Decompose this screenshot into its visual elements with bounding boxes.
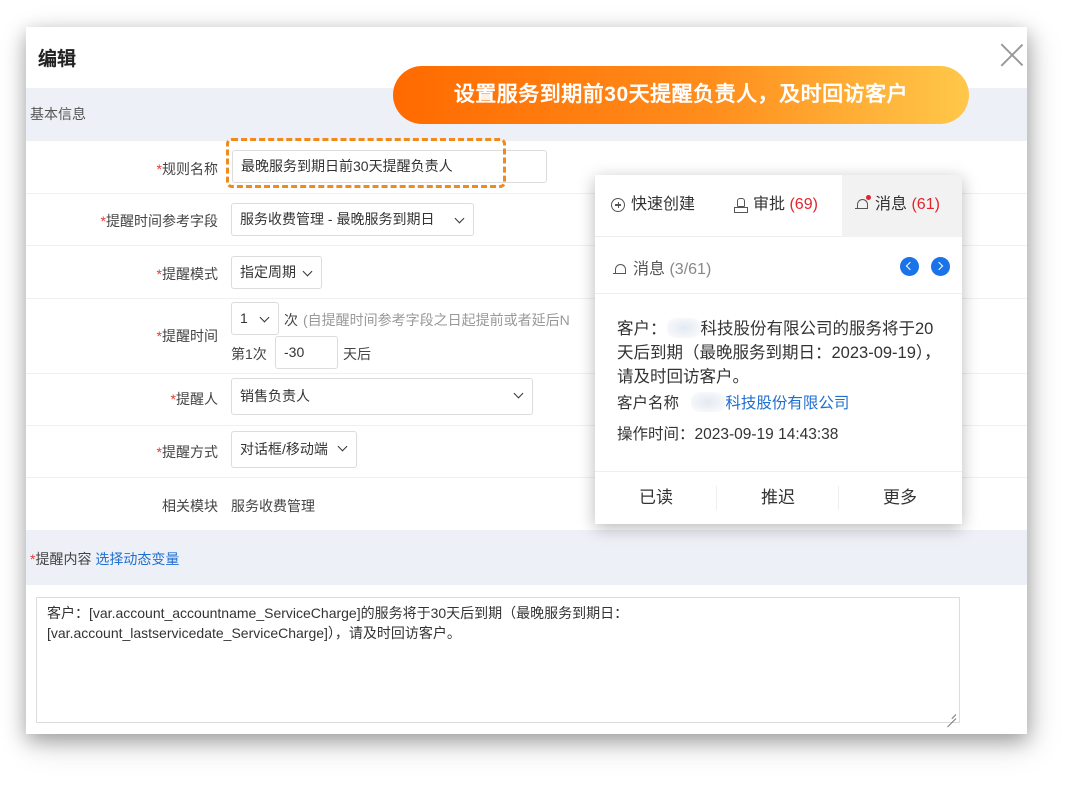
redacted-name [666,318,701,338]
content-line-2: [var.account_lastservicedate_ServiceChar… [47,625,461,641]
content-line-1: 客户：[var.account_accountname_ServiceCharg… [47,605,629,621]
dialog-title: 编辑 [38,49,77,70]
content-label: *提醒内容 选择动态变量 [30,551,180,567]
stamp-icon [733,197,748,213]
tab-messages[interactable]: 消息 (61) [842,175,962,237]
tab-quick-create[interactable]: 快速创建 [611,175,695,237]
person-select[interactable]: 销售负责人 [231,378,533,415]
bell-icon [855,194,871,212]
message-header: 消息 (3/61) [613,255,711,279]
row-divider [26,140,1027,141]
rule-name-label: *规则名称 [156,161,218,177]
prev-message-button[interactable] [900,257,919,276]
time-count-unit: 次 [284,312,298,328]
mode-label: *提醒模式 [156,266,218,282]
ref-field-label: *提醒时间参考字段 [100,213,218,229]
customer-name-row: 客户名称 科技股份有限公司 [617,391,849,413]
module-label: 相关模块 [162,498,218,514]
postpone-button[interactable]: 推迟 [717,472,839,525]
time-hint: (自提醒时间参考字段之日起提前或者延后N [303,312,570,328]
content-textarea[interactable]: 客户：[var.account_accountname_ServiceCharg… [36,597,960,723]
module-value: 服务收费管理 [231,498,315,514]
unread-dot [866,194,871,200]
mark-read-button[interactable]: 已读 [595,472,717,525]
time-count-select[interactable]: 1 [231,302,279,335]
notification-popup: 快速创建 审批 (69) 消息 (61) 消息 (3/61) 客户： 科技股份有限… [595,175,962,524]
feature-banner: 设置服务到期前30天提醒负责人，及时回访客户 [393,66,969,124]
message-body: 客户： 科技股份有限公司的服务将于20天后到期（最晚服务到期日：2023-09-1… [617,318,941,386]
highlight-frame [226,138,506,188]
more-button[interactable]: 更多 [839,472,961,525]
tab-approval[interactable]: 审批 (69) [733,175,818,237]
popup-divider [595,293,962,294]
time-offset-input[interactable]: -30 [275,336,338,369]
operation-time: 操作时间：2023-09-19 14:43:38 [617,426,839,443]
redacted-name [691,392,726,412]
time-first-prefix: 第1次 [231,346,267,362]
time-offset-unit: 天后 [343,346,371,362]
mode-select[interactable]: 指定周期 [231,256,322,289]
next-message-button[interactable] [931,257,950,276]
popup-actions: 已读 推迟 更多 [595,471,962,524]
resize-grip-icon[interactable] [946,709,956,719]
ref-field-select[interactable]: 服务收费管理 - 最晚服务到期日 [231,203,474,236]
plus-circle-icon [611,197,625,212]
close-icon[interactable] [999,42,1025,68]
time-label: *提醒时间 [156,328,218,344]
person-label: *提醒人 [170,391,218,407]
method-label: *提醒方式 [156,444,218,460]
section-label-basic: 基本信息 [30,106,86,122]
method-select[interactable]: 对话框/移动端 [231,431,357,468]
select-variable-link[interactable]: 选择动态变量 [95,551,179,567]
bell-icon [613,263,627,277]
popup-tabs: 快速创建 审批 (69) 消息 (61) [595,175,962,237]
customer-link[interactable]: 科技股份有限公司 [725,395,849,412]
